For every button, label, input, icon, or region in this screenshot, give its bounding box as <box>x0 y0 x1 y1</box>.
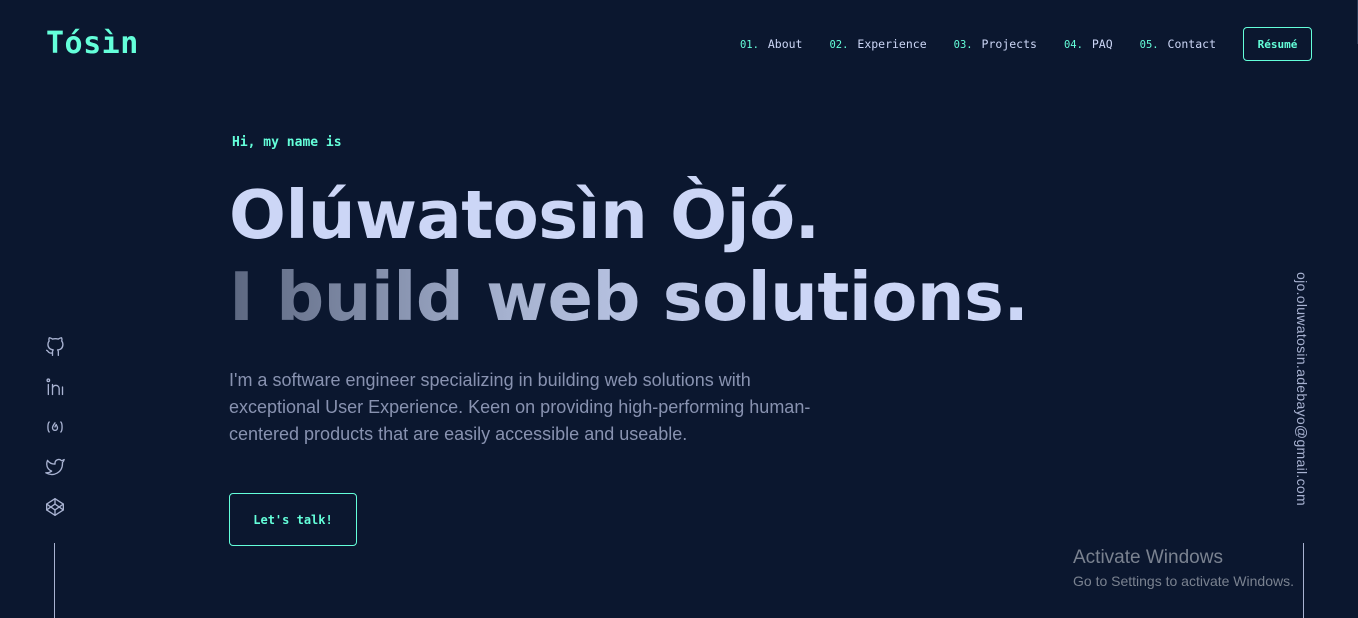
github-icon[interactable] <box>45 337 65 357</box>
email-link[interactable]: ojo.oluwatosin.adebayo@gmail.com <box>1294 272 1310 506</box>
nav-number: 03. <box>953 39 973 51</box>
social-links <box>44 337 66 517</box>
lets-talk-button[interactable]: Let's talk! <box>229 493 357 546</box>
nav-number: 05. <box>1139 39 1159 51</box>
nav-contact[interactable]: 05. Contact <box>1140 37 1216 51</box>
hero-greeting: Hi, my name is <box>232 135 342 150</box>
activate-windows-title: Activate Windows <box>1073 547 1223 568</box>
codepen-icon[interactable] <box>45 497 65 517</box>
site-logo[interactable]: Tósìn <box>46 26 139 61</box>
hero-bio: I'm a software engineer specializing in … <box>229 370 811 444</box>
nav-number: 02. <box>829 39 849 51</box>
nav-about[interactable]: 01. About <box>740 37 803 51</box>
resume-button[interactable]: Résumé <box>1243 27 1312 61</box>
nav-number: 04. <box>1063 39 1083 51</box>
nav-label: About <box>767 37 803 51</box>
nav-label: Experience <box>857 37 927 51</box>
linkedin-icon[interactable] <box>45 377 65 397</box>
freecodecamp-icon[interactable] <box>45 417 65 437</box>
nav-label: PAQ <box>1091 37 1113 51</box>
nav-paq[interactable]: 04. PAQ <box>1064 37 1113 51</box>
twitter-icon[interactable] <box>45 457 65 477</box>
left-rail-line <box>54 543 55 618</box>
nav-experience[interactable]: 02. Experience <box>829 37 926 51</box>
nav-label: Contact <box>1167 37 1216 51</box>
hero-tagline: I build web solutions. <box>229 258 1029 336</box>
portfolio-page: Tósìn 01. About 02. Experience 03. Proje… <box>0 0 1358 618</box>
nav-projects[interactable]: 03. Projects <box>954 37 1037 51</box>
main-nav: 01. About 02. Experience 03. Projects 04… <box>740 37 1216 51</box>
hero-name: Olúwatosìn Òjó. <box>229 176 820 254</box>
nav-number: 01. <box>739 39 759 51</box>
activate-windows-subtitle: Go to Settings to activate Windows. <box>1073 573 1294 589</box>
right-rail-line <box>1303 543 1304 618</box>
nav-label: Projects <box>981 37 1037 51</box>
